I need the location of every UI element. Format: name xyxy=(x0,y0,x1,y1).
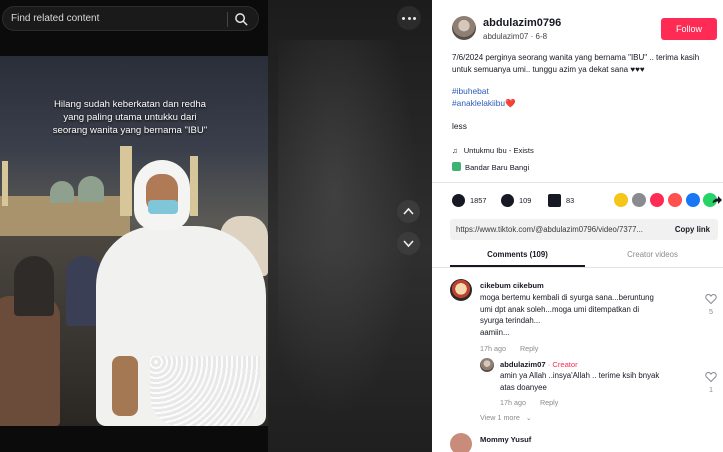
more-options-button[interactable] xyxy=(397,6,421,30)
hashtag-link[interactable]: #ibuhebat xyxy=(452,86,489,96)
embed-icon[interactable] xyxy=(632,193,646,207)
author-username[interactable]: abdulazim0796 xyxy=(483,17,561,29)
chevron-down-icon xyxy=(403,240,414,248)
tab-creator-videos[interactable]: Creator videos xyxy=(585,250,720,259)
commenter-avatar[interactable] xyxy=(450,279,472,301)
music-note-icon: ♫ xyxy=(452,146,458,155)
reply-text: amin ya Allah ..insya'Allah .. terime ks… xyxy=(500,370,700,393)
author-avatar[interactable] xyxy=(452,16,476,40)
mosque-dome xyxy=(50,181,74,203)
share-link-box: https://www.tiktok.com/@abdulazim0796/vi… xyxy=(450,219,718,240)
save-count: 83 xyxy=(566,196,575,205)
comment-like-count: 5 xyxy=(709,307,713,316)
minaret xyxy=(2,161,8,206)
video-caption: Hilang sudah keberkatan dan redha yang p… xyxy=(30,98,230,137)
divider xyxy=(432,267,723,268)
tab-comments[interactable]: Comments (109) xyxy=(450,250,585,259)
caption-line: seorang wanita yang bernama "IBU" xyxy=(52,125,208,136)
comment-line: amin ya Allah ..insya'Allah .. terime ks… xyxy=(500,371,660,380)
telegram-icon[interactable] xyxy=(668,193,682,207)
less-toggle[interactable]: less xyxy=(452,121,467,131)
comment-author[interactable]: Mommy Yusuf xyxy=(480,435,531,444)
comment-author[interactable]: cikebum cikebum xyxy=(480,281,544,290)
post-date: 6-8 xyxy=(535,32,548,41)
search-divider xyxy=(227,12,228,27)
commenter-avatar[interactable] xyxy=(480,358,494,372)
search-input[interactable]: Find related content xyxy=(11,13,99,24)
dot-icon xyxy=(413,17,416,20)
bookmark-icon xyxy=(548,194,561,207)
video-url[interactable]: https://www.tiktok.com/@abdulazim0796/vi… xyxy=(456,225,661,234)
blurred-background xyxy=(268,0,432,452)
share-arrow-icon[interactable] xyxy=(712,195,722,205)
share-coin-icon[interactable] xyxy=(614,193,628,207)
hashtag-link[interactable]: #anaklelakiibu❤️ xyxy=(452,98,516,109)
location-name: Bandar Baru Bangi xyxy=(465,163,530,172)
commenter-avatar[interactable] xyxy=(450,433,472,452)
video-description: 7/6/2024 perginya seorang wanita yang be… xyxy=(452,53,700,74)
comment-meta: 17h ago Reply xyxy=(480,344,538,353)
follow-button[interactable]: Follow xyxy=(661,18,717,40)
view-more-replies[interactable]: View 1 more ⌄ xyxy=(480,413,532,422)
chevron-up-icon xyxy=(403,207,414,215)
video-stage: Find related content Hilang sudah keberk… xyxy=(0,0,432,452)
next-video-button[interactable] xyxy=(397,232,420,255)
heart-icon xyxy=(452,194,465,207)
creator-badge: · Creator xyxy=(547,360,578,369)
reply-meta: 17h ago Reply xyxy=(500,398,558,407)
minaret xyxy=(120,146,132,216)
copy-link-button[interactable]: Copy link xyxy=(675,225,710,234)
comment-icon xyxy=(501,194,514,207)
reply-button[interactable]: Reply xyxy=(540,398,558,407)
reply-author[interactable]: abdulazim07 · Creator xyxy=(500,360,578,369)
facebook-icon[interactable] xyxy=(686,193,700,207)
chevron-down-icon: ⌄ xyxy=(525,413,532,422)
comment-time: 17h ago xyxy=(480,344,506,353)
music-link[interactable]: ♫ Untukmu Ibu - Exists xyxy=(452,146,534,155)
caption-line: yang paling utama untukku dari xyxy=(63,112,197,123)
woman-hand xyxy=(112,356,138,416)
location-icon xyxy=(452,162,461,171)
like-stat[interactable]: 1857 xyxy=(452,194,486,207)
comment-count: 109 xyxy=(519,196,532,205)
author-handle: abdulazim07 xyxy=(483,32,529,41)
reply-button[interactable]: Reply xyxy=(520,344,538,353)
like-count: 1857 xyxy=(470,196,487,205)
comment-like-count: 1 xyxy=(709,385,713,394)
send-icon[interactable] xyxy=(650,193,664,207)
comment-line: umi dpt anak soleh...moga umi ditempatka… xyxy=(480,304,640,314)
view-more-label[interactable]: View 1 more xyxy=(480,413,520,422)
location-link[interactable]: Bandar Baru Bangi xyxy=(452,162,529,172)
divider xyxy=(432,182,723,183)
person-back xyxy=(14,256,54,316)
comment-line: aamiin... xyxy=(480,327,510,337)
comment-stat[interactable]: 109 xyxy=(501,194,531,207)
comment-line: moga bertemu kembali di syurga sana...be… xyxy=(480,293,654,302)
comment-line: syurga terindah... xyxy=(480,316,541,326)
video-player[interactable]: Hilang sudah keberkatan dan redha yang p… xyxy=(0,56,268,426)
save-stat[interactable]: 83 xyxy=(548,194,574,207)
search-bar[interactable]: Find related content xyxy=(2,6,259,31)
reply-author-name[interactable]: abdulazim07 xyxy=(500,360,546,369)
face-mask xyxy=(148,200,178,214)
heart-outline-icon[interactable] xyxy=(705,293,717,305)
details-panel: abdulazim0796 abdulazim07 · 6-8 Follow 7… xyxy=(432,0,723,452)
comment-text: moga bertemu kembali di syurga sana...be… xyxy=(480,292,700,338)
music-title: Untukmu Ibu - Exists xyxy=(463,146,534,155)
heart-outline-icon[interactable] xyxy=(705,371,717,383)
lace-hem xyxy=(150,356,260,426)
mosque-dome xyxy=(78,176,104,202)
dot-icon xyxy=(402,17,405,20)
caption-line: Hilang sudah keberkatan dan redha xyxy=(53,99,206,110)
comment-time: 17h ago xyxy=(500,398,526,407)
search-icon[interactable] xyxy=(234,12,249,27)
previous-video-button[interactable] xyxy=(397,200,420,223)
author-meta: abdulazim07 · 6-8 xyxy=(483,32,547,41)
comment-line: atas doanyee xyxy=(500,382,547,392)
dot-icon xyxy=(407,17,411,20)
minaret xyxy=(190,156,198,216)
